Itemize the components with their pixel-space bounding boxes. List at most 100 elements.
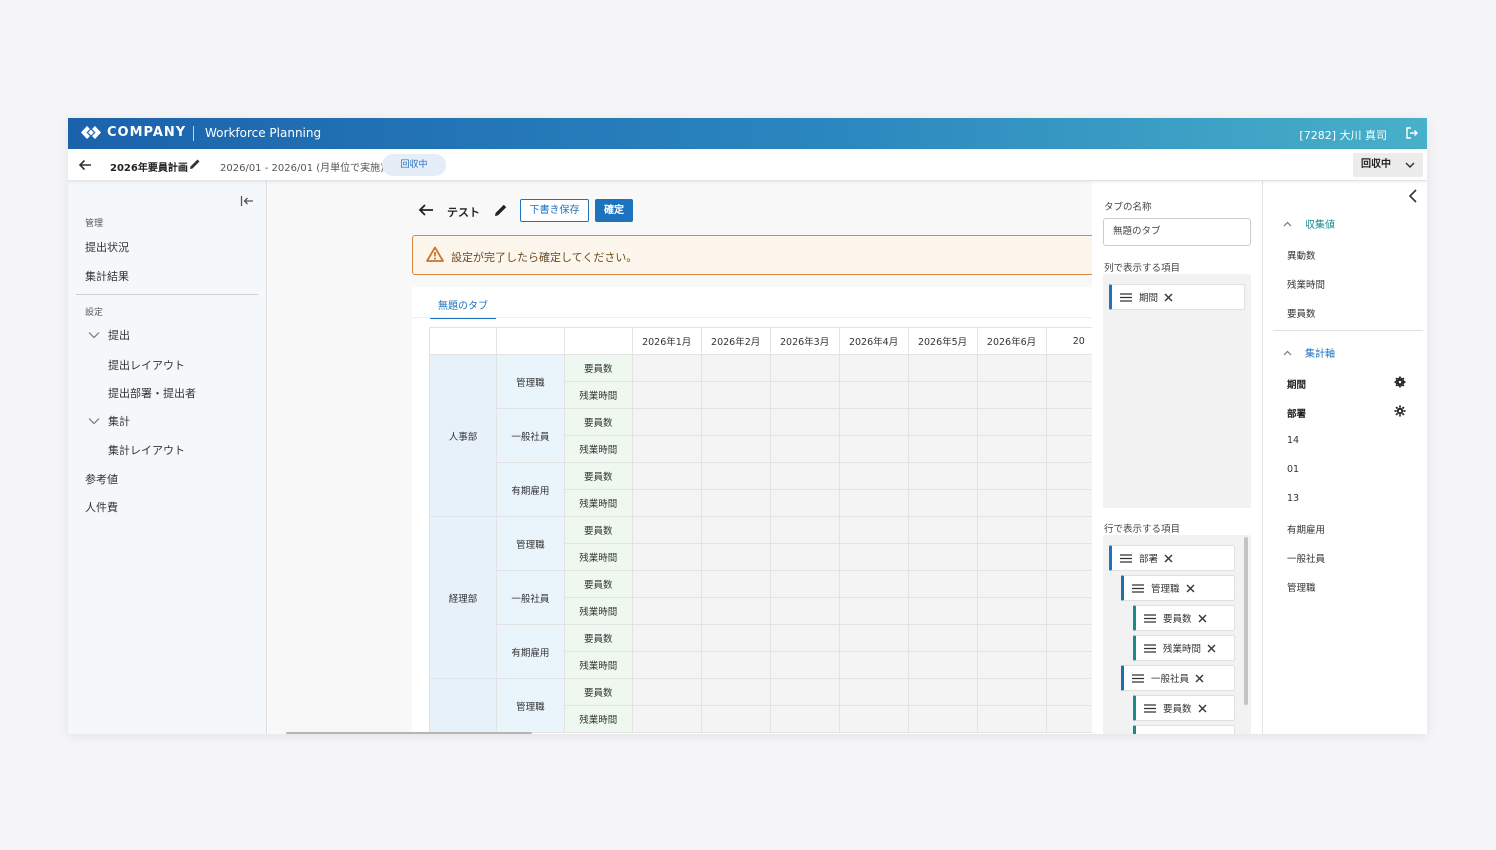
value-cell[interactable] xyxy=(700,408,771,436)
horizontal-scrollbar[interactable] xyxy=(286,732,532,734)
value-cell[interactable] xyxy=(631,462,702,490)
row-chip-partial[interactable] xyxy=(1133,725,1235,734)
drag-handle-icon[interactable] xyxy=(1144,643,1156,653)
value-cell[interactable] xyxy=(700,597,771,625)
value-cell[interactable] xyxy=(1045,597,1092,625)
value-cell[interactable] xyxy=(700,543,771,571)
value-cell[interactable] xyxy=(976,462,1047,490)
drag-handle-icon[interactable] xyxy=(1120,292,1132,302)
value-cell[interactable] xyxy=(976,705,1047,733)
value-cell[interactable] xyxy=(976,381,1047,409)
value-cell[interactable] xyxy=(631,408,702,436)
sidebar-item-labor-cost[interactable]: 人件費 xyxy=(85,499,118,515)
value-cell[interactable] xyxy=(631,597,702,625)
value-cell[interactable] xyxy=(700,624,771,652)
value-cell[interactable] xyxy=(838,489,909,517)
value-cell[interactable] xyxy=(631,678,702,706)
field-item[interactable]: 異動数 xyxy=(1287,248,1316,262)
value-cell[interactable] xyxy=(1045,705,1092,733)
gear-icon[interactable] xyxy=(1394,376,1406,391)
value-cell[interactable] xyxy=(631,435,702,463)
value-cell[interactable] xyxy=(769,570,840,598)
value-cell[interactable] xyxy=(907,678,978,706)
axis-item-dept[interactable]: 部署 xyxy=(1287,406,1306,420)
value-cell[interactable] xyxy=(700,354,771,382)
user-name[interactable]: [7282] 大川 真司 xyxy=(1299,127,1387,143)
value-cell[interactable] xyxy=(1045,462,1092,490)
value-cell[interactable] xyxy=(907,516,978,544)
value-cell[interactable] xyxy=(631,651,702,679)
back-arrow-icon[interactable] xyxy=(78,158,92,175)
rows-dropzone[interactable]: 部署 管理職 要員数 残業時間 一般社員 要員数 xyxy=(1103,535,1251,734)
remove-icon[interactable] xyxy=(1186,584,1195,593)
row-chip-headcount[interactable]: 要員数 xyxy=(1133,695,1235,721)
sidebar-item-reference[interactable]: 参考値 xyxy=(85,471,118,487)
value-cell[interactable] xyxy=(1045,678,1092,706)
sidebar-item-submit-dept[interactable]: 提出部署・提出者 xyxy=(108,385,196,401)
value-cell[interactable] xyxy=(769,381,840,409)
value-cell[interactable] xyxy=(838,570,909,598)
value-cell[interactable] xyxy=(838,408,909,436)
drag-handle-icon[interactable] xyxy=(1120,553,1132,563)
collapse-sidebar-icon[interactable] xyxy=(240,195,254,210)
value-cell[interactable] xyxy=(907,651,978,679)
value-cell[interactable] xyxy=(907,624,978,652)
value-cell[interactable] xyxy=(976,570,1047,598)
edit-pencil-icon[interactable] xyxy=(189,158,201,173)
value-cell[interactable] xyxy=(769,516,840,544)
editor-back-arrow-icon[interactable] xyxy=(418,202,434,221)
value-cell[interactable] xyxy=(907,408,978,436)
value-cell[interactable] xyxy=(907,435,978,463)
sidebar-group-aggregate[interactable]: 集計 xyxy=(88,413,130,429)
value-cell[interactable] xyxy=(976,597,1047,625)
row-chip-headcount[interactable]: 要員数 xyxy=(1133,605,1235,631)
value-cell[interactable] xyxy=(700,678,771,706)
value-cell[interactable] xyxy=(907,489,978,517)
row-chip-manager[interactable]: 管理職 xyxy=(1121,575,1235,601)
tab-untitled[interactable]: 無題のタブ xyxy=(430,297,496,319)
status-dropdown[interactable]: 回収中 xyxy=(1353,153,1423,177)
value-cell[interactable] xyxy=(700,570,771,598)
sidebar-item-status[interactable]: 提出状況 xyxy=(85,239,129,255)
remove-icon[interactable] xyxy=(1164,293,1173,302)
column-chip-period[interactable]: 期間 xyxy=(1109,284,1245,310)
axis-item[interactable]: 14 xyxy=(1287,435,1299,446)
value-cell[interactable] xyxy=(1045,381,1092,409)
row-chip-overtime[interactable]: 残業時間 xyxy=(1133,635,1235,661)
value-cell[interactable] xyxy=(769,678,840,706)
value-cell[interactable] xyxy=(838,705,909,733)
value-cell[interactable] xyxy=(769,354,840,382)
remove-icon[interactable] xyxy=(1198,704,1207,713)
value-cell[interactable] xyxy=(907,570,978,598)
value-cell[interactable] xyxy=(1045,408,1092,436)
value-cell[interactable] xyxy=(700,651,771,679)
value-cell[interactable] xyxy=(1045,489,1092,517)
group-aggregation-axes[interactable]: 集計軸 xyxy=(1283,345,1335,360)
company-logo[interactable]: COMPANY xyxy=(80,125,186,140)
value-cell[interactable] xyxy=(1045,516,1092,544)
value-cell[interactable] xyxy=(838,354,909,382)
value-cell[interactable] xyxy=(631,516,702,544)
value-cell[interactable] xyxy=(769,435,840,463)
value-cell[interactable] xyxy=(838,543,909,571)
value-cell[interactable] xyxy=(838,651,909,679)
drag-handle-icon[interactable] xyxy=(1144,613,1156,623)
value-cell[interactable] xyxy=(1045,354,1092,382)
value-cell[interactable] xyxy=(838,678,909,706)
value-cell[interactable] xyxy=(976,624,1047,652)
value-cell[interactable] xyxy=(631,705,702,733)
value-cell[interactable] xyxy=(976,516,1047,544)
remove-icon[interactable] xyxy=(1164,554,1173,563)
value-cell[interactable] xyxy=(907,354,978,382)
row-chip-dept[interactable]: 部署 xyxy=(1109,545,1235,571)
sidebar-item-submit-layout[interactable]: 提出レイアウト xyxy=(108,357,185,373)
vertical-scrollbar[interactable] xyxy=(1244,537,1248,705)
value-cell[interactable] xyxy=(976,408,1047,436)
value-cell[interactable] xyxy=(700,435,771,463)
axis-item-period[interactable]: 期間 xyxy=(1287,377,1306,391)
value-cell[interactable] xyxy=(700,462,771,490)
chevron-left-icon[interactable] xyxy=(1408,189,1418,206)
value-cell[interactable] xyxy=(631,381,702,409)
axis-item[interactable]: 有期雇用 xyxy=(1287,522,1325,536)
value-cell[interactable] xyxy=(769,489,840,517)
